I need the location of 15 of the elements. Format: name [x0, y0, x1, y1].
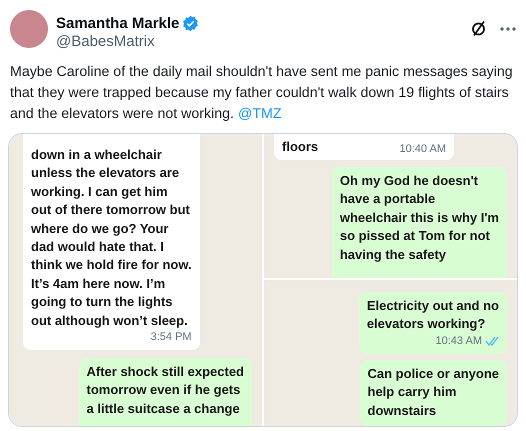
message-time: 3:54 PM — [150, 330, 192, 344]
sent-message: Electricity out and no elevators working? 10:43 AM — [358, 292, 507, 354]
received-message: down in a wheelchair unless the elevators are working. I can get him out of there tomorrow but where do we go? Your dad would hate that. I think we hold fire for now. It’s 4am here now. I’m going to turn the lights out although won’t sleep. 3:54 PM — [23, 134, 200, 350]
message-time: 10:43 AM — [436, 334, 482, 348]
received-message: floors 10:40 AM — [274, 134, 454, 160]
tweet-text: Maybe Caroline of the daily mail shouldn't have sent me panic messages saying that they were trapped because my father couldn't walk down 19 flights of stairs and the elevators were not working. @TMZ — [9, 63, 514, 124]
avatar[interactable] — [10, 10, 48, 48]
author-handle[interactable]: @BabesMatrix — [56, 33, 463, 50]
sent-message: Can police or anyone help carry him downstairs — [360, 360, 507, 426]
message-time: 10:40 AM — [400, 142, 446, 156]
sent-message: After shock still expected tomorrow even if he gets a little suitcase a change — [78, 358, 252, 426]
slashed-circle-icon[interactable] — [471, 20, 486, 37]
sent-message: Oh my God he doesn't have a portable wheelchair this is why I'm so pissed at Tom for not having the safety — [332, 167, 507, 278]
author-name[interactable]: Samantha Markle — [56, 15, 180, 32]
more-options-icon[interactable] — [500, 26, 516, 30]
